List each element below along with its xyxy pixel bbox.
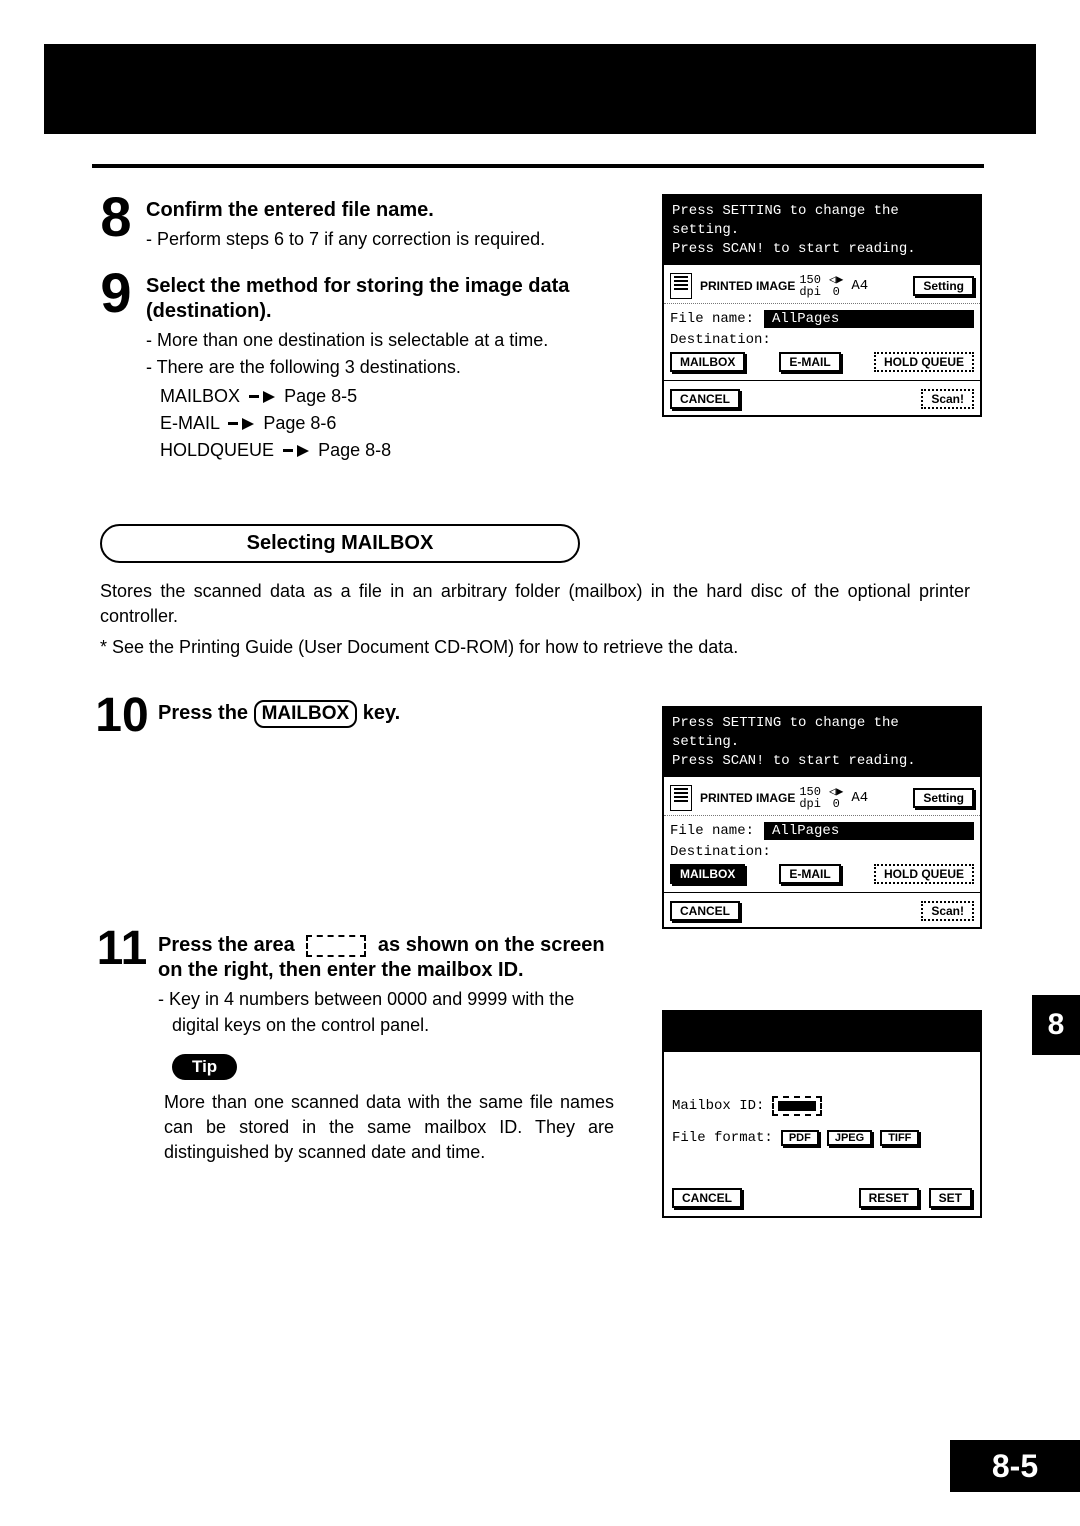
document-icon — [670, 273, 692, 299]
section-header: Selecting MAILBOX — [100, 524, 972, 563]
arrow-icon — [228, 422, 238, 425]
step-title: Confirm the entered file name. — [146, 198, 545, 223]
reset-button[interactable]: RESET — [859, 1188, 919, 1208]
email-button[interactable]: E-MAIL — [779, 864, 840, 884]
file-name-field[interactable]: AllPages — [764, 310, 974, 328]
holdqueue-button[interactable]: HOLD QUEUE — [874, 864, 974, 884]
section-body: Stores the scanned data as a file in an … — [100, 579, 970, 629]
title-text: Press the — [158, 702, 254, 724]
step-bullet: There are the following 3 destinations. — [146, 355, 606, 380]
paper-size: A4 — [851, 278, 868, 294]
arrow-icon — [242, 418, 254, 430]
tiff-button[interactable]: TIFF — [880, 1130, 919, 1146]
step-number: 10 — [92, 694, 152, 737]
dest-label: E-MAIL — [160, 413, 219, 433]
header-black-band — [44, 44, 1036, 134]
step-title: Press the area as shown on the screen on… — [158, 933, 618, 983]
content-divider — [92, 164, 984, 168]
step-bullet: More than one destination is selectable … — [146, 328, 606, 353]
lcd-message: Press SETTING to change the setting. Pre… — [664, 196, 980, 265]
step-number: 8 — [92, 192, 140, 242]
step-number: 11 — [92, 927, 152, 970]
arrow-icon — [263, 391, 275, 403]
lcd-msg-line: Press SETTING to change the setting. — [672, 714, 972, 752]
destination-option: E-MAIL Page 8-6 — [160, 410, 606, 437]
rotate-icon: ◁▶ 0 — [829, 786, 843, 810]
destination-option: HOLDQUEUE Page 8-8 — [160, 437, 606, 464]
mailbox-id-label: Mailbox ID: — [672, 1098, 764, 1114]
jpeg-button[interactable]: JPEG — [827, 1130, 872, 1146]
dest-label: HOLDQUEUE — [160, 440, 274, 460]
arrow-icon — [297, 445, 309, 457]
destination-option: MAILBOX Page 8-5 — [160, 383, 606, 410]
section-title: Selecting MAILBOX — [100, 524, 580, 563]
page-ref: Page 8-8 — [318, 440, 391, 460]
page-ref: Page 8-6 — [263, 413, 336, 433]
lcd-msg-line: Press SCAN! to start reading. — [672, 240, 972, 259]
destination-label: Destination: — [664, 332, 980, 352]
cancel-button[interactable]: CANCEL — [670, 901, 740, 921]
lcd-screen-destination: Press SETTING to change the setting. Pre… — [662, 194, 982, 417]
document-icon — [670, 785, 692, 811]
tip-badge: Tip — [172, 1054, 237, 1080]
dashed-area-icon — [306, 935, 366, 957]
paper-size: A4 — [851, 790, 868, 806]
lcd-msg-line: Press SETTING to change the setting. — [672, 202, 972, 240]
rotate-icon: ◁▶ 0 — [829, 274, 843, 298]
cancel-button[interactable]: CANCEL — [672, 1188, 742, 1208]
scan-button[interactable]: Scan! — [921, 389, 974, 409]
page-number: 8-5 — [950, 1440, 1080, 1492]
dpi-unit: dpi — [799, 286, 821, 298]
mailbox-key: MAILBOX — [254, 700, 358, 728]
dpi-number: 150 — [799, 274, 821, 286]
step-bullet: Perform steps 6 to 7 if any correction i… — [146, 227, 545, 252]
pdf-button[interactable]: PDF — [781, 1130, 819, 1146]
file-format-label: File format: — [672, 1130, 773, 1146]
section-body-note: * See the Printing Guide (User Document … — [100, 635, 970, 660]
setting-button[interactable]: Setting — [913, 788, 974, 808]
mailbox-id-field[interactable] — [772, 1096, 822, 1116]
arrow-icon — [249, 395, 259, 398]
page-ref: Page 8-5 — [284, 386, 357, 406]
step-bullet: Key in 4 numbers between 0000 and 9999 w… — [158, 987, 618, 1037]
printed-image-label: PRINTED IMAGE — [700, 279, 795, 293]
step-title: Press the MAILBOX key. — [158, 700, 400, 728]
lcd-message-blank — [664, 1012, 980, 1052]
title-text: Press the area — [158, 934, 300, 956]
chapter-tab: 8 — [1032, 995, 1080, 1055]
printed-image-label: PRINTED IMAGE — [700, 791, 795, 805]
set-button[interactable]: SET — [929, 1188, 972, 1208]
lcd-msg-line: Press SCAN! to start reading. — [672, 752, 972, 771]
email-button[interactable]: E-MAIL — [779, 352, 840, 372]
tip-body: More than one scanned data with the same… — [164, 1090, 614, 1166]
dpi-unit: dpi — [799, 798, 821, 810]
step-number: 9 — [92, 268, 140, 318]
dpi-number: 150 — [799, 786, 821, 798]
rotate-value: 0 — [829, 798, 843, 810]
lcd-message: Press SETTING to change the setting. Pre… — [664, 708, 980, 777]
lcd-screen-mailbox-selected: Press SETTING to change the setting. Pre… — [662, 706, 982, 929]
dest-label: MAILBOX — [160, 386, 240, 406]
dpi-value: 150 dpi — [799, 786, 821, 810]
arrow-icon — [283, 449, 293, 452]
cancel-button[interactable]: CANCEL — [670, 389, 740, 409]
file-name-label: File name: — [670, 311, 754, 327]
file-name-field[interactable]: AllPages — [764, 822, 974, 840]
setting-button[interactable]: Setting — [913, 276, 974, 296]
mailbox-button-selected[interactable]: MAILBOX — [670, 864, 745, 884]
mailbox-button[interactable]: MAILBOX — [670, 352, 745, 372]
dpi-value: 150 dpi — [799, 274, 821, 298]
scan-button[interactable]: Scan! — [921, 901, 974, 921]
destination-label: Destination: — [664, 844, 980, 864]
step-title: Select the method for storing the image … — [146, 274, 606, 324]
holdqueue-button[interactable]: HOLD QUEUE — [874, 352, 974, 372]
rotate-value: 0 — [829, 286, 843, 298]
lcd-screen-mailbox-id: Mailbox ID: File format: PDF JPEG TIFF C… — [662, 1010, 982, 1218]
title-text: key. — [357, 702, 400, 724]
file-name-label: File name: — [670, 823, 754, 839]
